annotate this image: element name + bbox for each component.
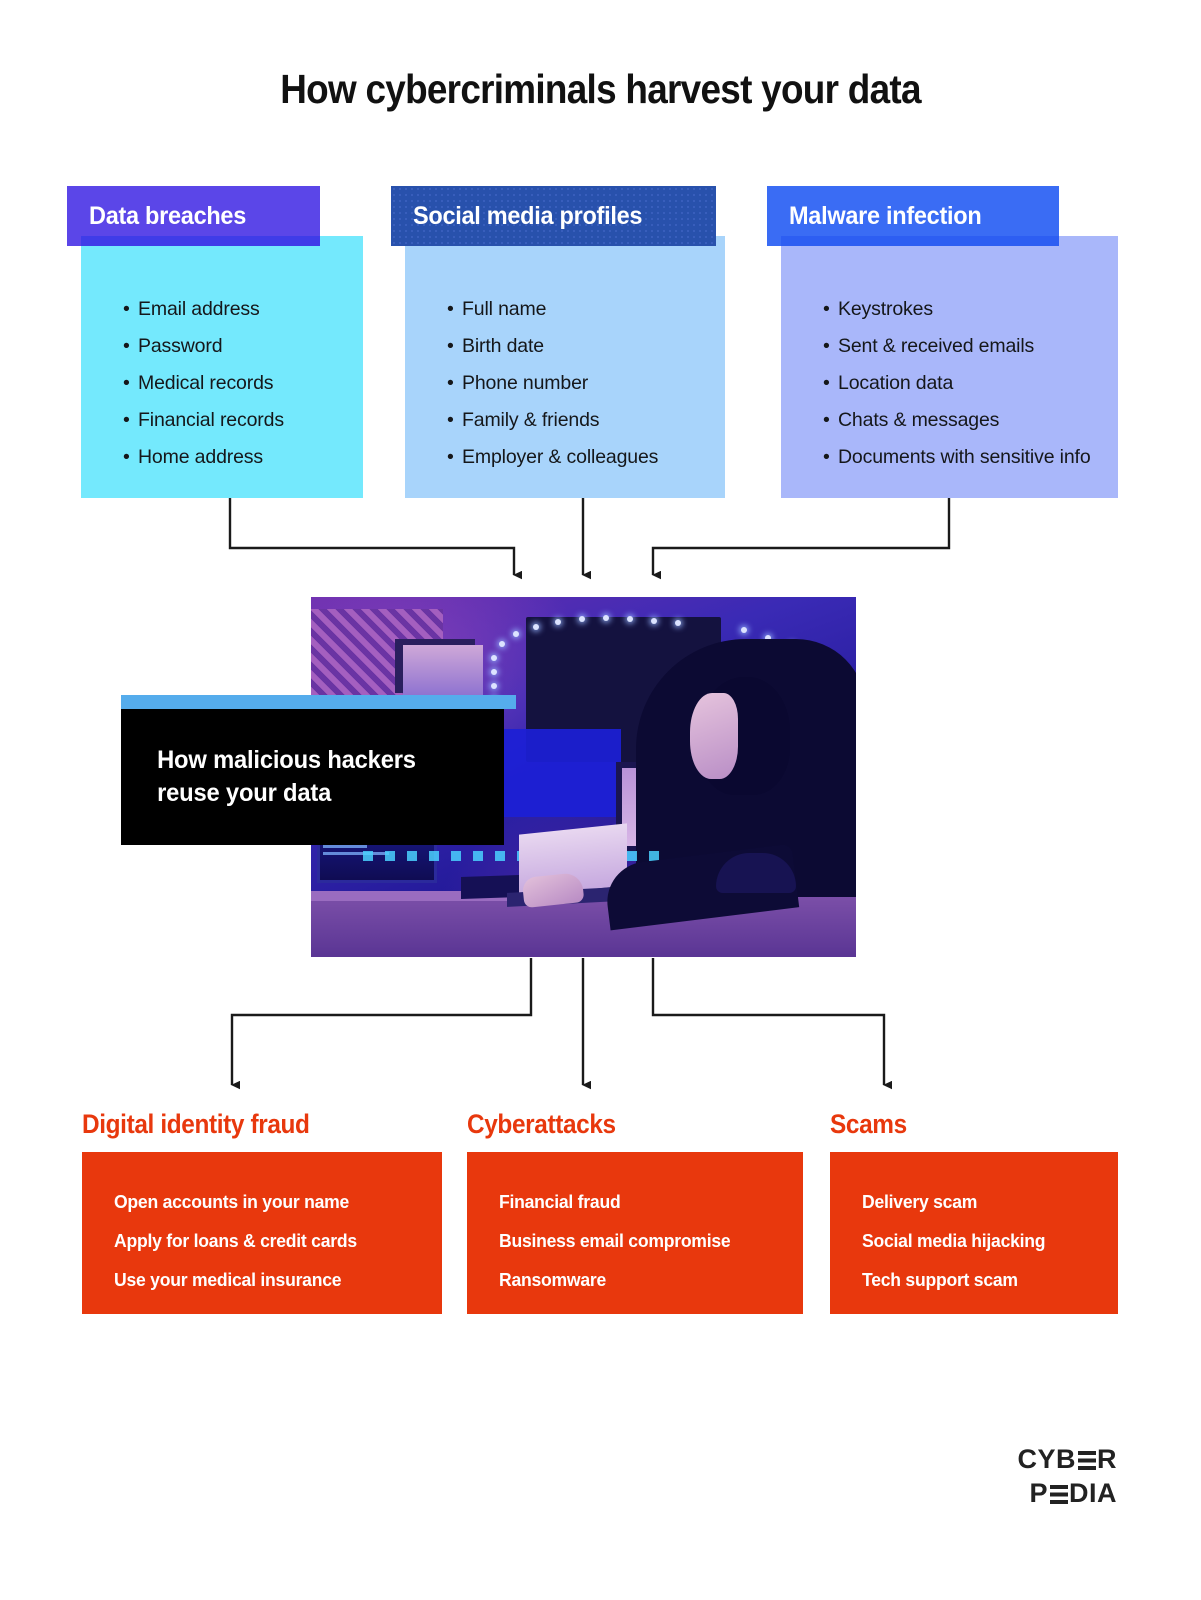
- list-item: Tech support scam: [862, 1269, 1018, 1290]
- arrow-hero-to-identity-fraud: [230, 958, 533, 1090]
- logo-line-2: P DIA: [1017, 1476, 1117, 1510]
- list-item: Delivery scam: [862, 1191, 978, 1212]
- source-header-label: Social media profiles: [413, 201, 643, 230]
- logo-line-1: CYB R: [1017, 1442, 1117, 1476]
- list-item: Business email compromise: [499, 1230, 731, 1251]
- outcome-list-cyberattacks: Financial fraud Business email compromis…: [467, 1152, 803, 1299]
- logo-text-dia: DIA: [1069, 1478, 1117, 1508]
- hero-caption-text: How malicious hackers reuse your data: [121, 744, 416, 810]
- arrow-breaches-to-hero: [228, 498, 522, 580]
- list-item: Apply for loans & credit cards: [114, 1230, 357, 1251]
- cyberpedia-logo: CYB R P DIA: [1017, 1442, 1117, 1510]
- source-header-data-breaches: Data breaches: [67, 186, 320, 246]
- list-item: Financial fraud: [499, 1191, 621, 1212]
- blue-glow-panel: [501, 729, 621, 817]
- outcome-card-scams: Delivery scam Social media hijacking Tec…: [830, 1152, 1118, 1314]
- outcome-title-digital-identity-fraud: Digital identity fraud: [82, 1109, 310, 1139]
- hacker-hand: [521, 871, 585, 909]
- caption-accent-strip: [121, 695, 516, 709]
- header-overlap-shade: [781, 236, 1059, 246]
- source-header-social-media-profiles: Social media profiles: [391, 186, 716, 246]
- hacker-face: [690, 693, 738, 779]
- infographic-page: How cybercriminals harvest your data Ema…: [0, 0, 1201, 1600]
- list-item: Social media hijacking: [862, 1230, 1046, 1251]
- arrow-hero-to-scams: [651, 958, 892, 1090]
- source-header-label: Malware infection: [789, 201, 982, 230]
- logo-text-p: P: [1029, 1478, 1048, 1508]
- outcome-card-cyberattacks: Financial fraud Business email compromis…: [467, 1152, 803, 1314]
- striped-e-icon: [1049, 1484, 1068, 1504]
- outcome-list-scams: Delivery scam Social media hijacking Tec…: [830, 1152, 1118, 1299]
- list-item: Use your medical insurance: [114, 1269, 342, 1290]
- caption-line-2: reuse your data: [157, 779, 332, 807]
- outcome-title-scams: Scams: [830, 1109, 907, 1139]
- header-overlap-shade: [81, 236, 320, 246]
- logo-text-r: R: [1097, 1444, 1117, 1474]
- caption-line-1: How malicious hackers: [157, 746, 416, 774]
- logo-text-cyb: CYB: [1017, 1444, 1076, 1474]
- source-header-label: Data breaches: [89, 201, 247, 230]
- arrow-malware-to-hero: [651, 498, 951, 580]
- outcome-card-digital-identity-fraud: Open accounts in your name Apply for loa…: [82, 1152, 442, 1314]
- outcome-title-cyberattacks: Cyberattacks: [467, 1109, 616, 1139]
- outcome-list-digital-identity-fraud: Open accounts in your name Apply for loa…: [82, 1152, 442, 1299]
- list-item: Ransomware: [499, 1269, 607, 1290]
- list-item: Open accounts in your name: [114, 1191, 350, 1212]
- striped-e-icon: [1077, 1450, 1096, 1470]
- source-header-malware-infection: Malware infection: [767, 186, 1059, 246]
- hero-caption-box: How malicious hackers reuse your data: [121, 709, 504, 845]
